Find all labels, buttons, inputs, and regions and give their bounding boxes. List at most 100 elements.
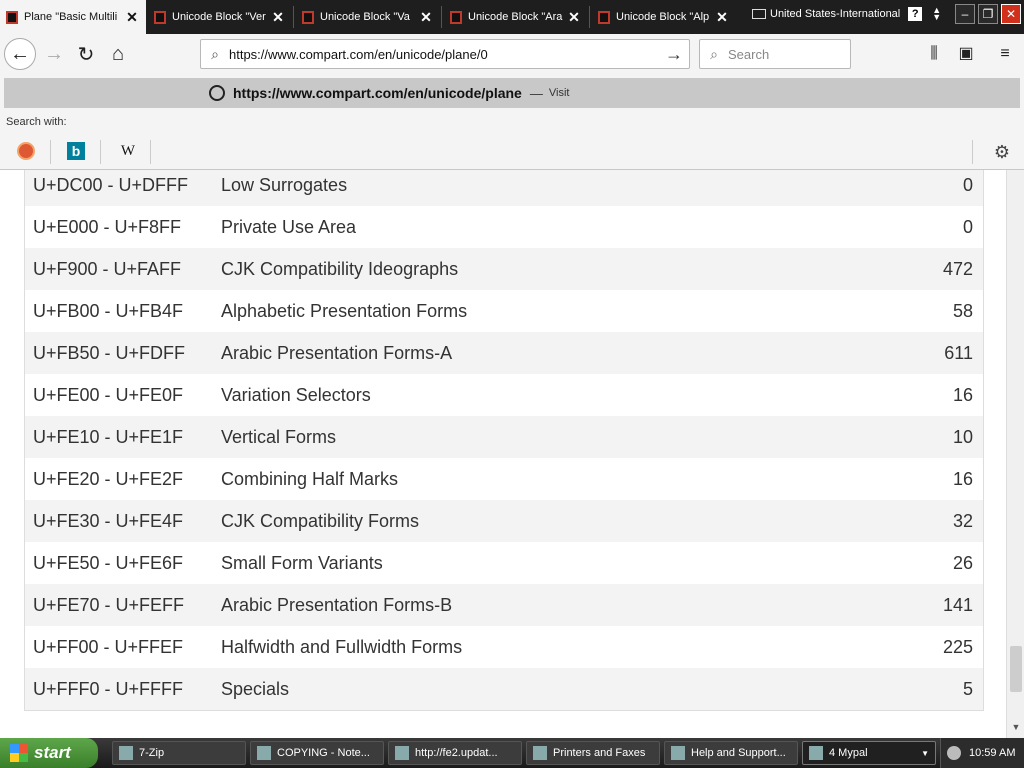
restore-button[interactable]: ❐ [978, 4, 998, 24]
block-range: U+FE20 - U+FE2F [33, 468, 184, 489]
url-input[interactable]: https://www.compart.com/en/unicode/plane… [229, 47, 659, 62]
block-name[interactable]: Alphabetic Presentation Forms [221, 301, 863, 322]
search-bar[interactable]: ⌕ Search [699, 39, 851, 69]
library-icon[interactable]: ⫼ [922, 42, 946, 66]
tab-close-icon[interactable]: ✕ [714, 9, 730, 26]
table-row[interactable]: U+FB50 - U+FDFF Arabic Presentation Forms… [25, 332, 983, 374]
task-label: Printers and Faxes [553, 747, 646, 759]
block-name[interactable]: Private Use Area [221, 217, 863, 238]
block-name[interactable]: Vertical Forms [221, 427, 863, 448]
table-row[interactable]: U+FE20 - U+FE2F Combining Half Marks 16 [25, 458, 983, 500]
tab-label: Unicode Block "Ara [468, 11, 563, 23]
block-range: U+FE50 - U+FE6F [33, 552, 184, 573]
taskbar-item-ie[interactable]: http://fe2.updat... [388, 741, 522, 765]
group-dropdown-icon[interactable]: ▼ [921, 749, 929, 758]
engine-divider [150, 140, 151, 164]
autocomplete-suggestion[interactable]: https://www.compart.com/en/unicode/plane… [4, 78, 1020, 108]
tab-label: Unicode Block "Alp [616, 11, 710, 23]
bing-icon[interactable]: b [64, 142, 88, 164]
block-count: 26 [952, 552, 973, 573]
table-row[interactable]: U+FB00 - U+FB4F Alphabetic Presentation F… [25, 290, 983, 332]
block-name[interactable]: Arabic Presentation Forms-B [221, 595, 863, 616]
compart-favicon-icon [302, 10, 314, 24]
block-range: U+FE10 - U+FE1F [33, 426, 184, 447]
tab-plane-basic-multilingual[interactable]: Plane "Basic Multili ✕ [0, 0, 146, 34]
tab-unicode-block-vertical[interactable]: Unicode Block "Ver ✕ [148, 0, 292, 34]
taskbar-item-mypal[interactable]: 4 Mypal ▼ [802, 741, 936, 765]
language-scroll-icon[interactable]: ▲ ▼ [932, 6, 941, 22]
block-name[interactable]: Combining Half Marks [221, 469, 863, 490]
minimize-button[interactable]: – [955, 4, 975, 24]
scroll-down-icon[interactable]: ▼ [1007, 722, 1024, 738]
table-row[interactable]: U+FE00 - U+FE0F Variation Selectors 16 [25, 374, 983, 416]
block-name[interactable]: Low Surrogates [221, 175, 863, 196]
home-button[interactable]: ⌂ [102, 38, 134, 70]
table-row[interactable]: U+F900 - U+FAFF CJK Compatibility Ideogra… [25, 248, 983, 290]
block-range: U+FF00 - U+FFEF [33, 636, 184, 657]
taskbar-item-7zip[interactable]: 7-Zip [112, 741, 246, 765]
menu-icon[interactable]: ≡ [993, 42, 1017, 66]
help-support-icon [671, 746, 685, 760]
wikipedia-icon[interactable]: W [116, 142, 140, 164]
taskbar-item-notepad[interactable]: COPYING - Note... [250, 741, 384, 765]
compart-favicon-icon [450, 10, 462, 24]
block-range: U+F900 - U+FAFF [33, 258, 182, 279]
taskbar-item-printers[interactable]: Printers and Faxes [526, 741, 660, 765]
table-row[interactable]: U+FE50 - U+FE6F Small Form Variants 26 [25, 542, 983, 584]
sidebar-icon[interactable]: ▣ [954, 42, 978, 66]
block-name[interactable]: Small Form Variants [221, 553, 863, 574]
language-bar[interactable]: United States-International ? ▲ ▼ [752, 2, 941, 26]
keyboard-icon [752, 9, 766, 19]
table-row[interactable]: U+FE10 - U+FE1F Vertical Forms 10 [25, 416, 983, 458]
block-name[interactable]: Arabic Presentation Forms-A [221, 343, 863, 364]
block-name[interactable]: Halfwidth and Fullwidth Forms [221, 637, 863, 658]
block-count: 16 [952, 384, 973, 405]
taskbar-item-help[interactable]: Help and Support... [664, 741, 798, 765]
vertical-scrollbar[interactable]: ▼ [1006, 170, 1024, 738]
go-arrow-icon[interactable]: → [659, 44, 689, 65]
tab-unicode-block-alphabetic[interactable]: Unicode Block "Alp ✕ [592, 0, 736, 34]
table-row[interactable]: U+DC00 - U+DFFF Low Surrogates 0 [25, 170, 983, 206]
block-count: 5 [962, 678, 973, 699]
url-bar[interactable]: ⌕ https://www.compart.com/en/unicode/pla… [200, 39, 690, 69]
table-row[interactable]: U+FF00 - U+FFEF Halfwidth and Fullwidth F… [25, 626, 983, 668]
block-name[interactable]: Specials [221, 679, 863, 700]
search-settings-icon[interactable]: ⚙ [994, 142, 1010, 163]
duckduckgo-icon[interactable] [14, 142, 38, 164]
tab-close-icon[interactable]: ✕ [418, 9, 434, 26]
block-name[interactable]: Variation Selectors [221, 385, 863, 406]
back-button[interactable]: ← [4, 38, 36, 70]
tab-unicode-block-arabic[interactable]: Unicode Block "Ara ✕ [444, 0, 588, 34]
page-content: U+DC00 - U+DFFF Low Surrogates 0 U+E000 - … [0, 170, 1024, 738]
engine-divider [50, 140, 51, 164]
scrollbar-thumb[interactable] [1010, 646, 1022, 692]
block-count: 58 [952, 300, 973, 321]
forward-button[interactable]: → [38, 38, 70, 70]
table-row[interactable]: U+FFF0 - U+FFFF Specials 5 [25, 668, 983, 710]
tab-close-icon[interactable]: ✕ [270, 9, 286, 26]
start-button[interactable]: start [0, 738, 98, 768]
table-row[interactable]: U+FE30 - U+FE4F CJK Compatibility Forms 32 [25, 500, 983, 542]
block-range: U+FE30 - U+FE4F [33, 510, 184, 531]
block-count: 141 [942, 594, 973, 615]
help-icon[interactable]: ? [908, 7, 923, 21]
search-with-label: Search with: [6, 116, 67, 128]
block-name[interactable]: CJK Compatibility Forms [221, 511, 863, 532]
clock[interactable]: 10:59 AM [969, 747, 1015, 759]
block-range: U+FE00 - U+FE0F [33, 384, 184, 405]
block-name[interactable]: CJK Compatibility Ideographs [221, 259, 863, 280]
tray-status-icon[interactable] [947, 746, 961, 760]
tab-close-icon[interactable]: ✕ [566, 9, 582, 26]
reload-button[interactable]: ↻ [70, 38, 102, 70]
mypal-icon [809, 746, 823, 760]
search-input[interactable]: Search [728, 47, 769, 62]
system-tray: 10:59 AM [940, 738, 1024, 768]
table-row[interactable]: U+FE70 - U+FEFF Arabic Presentation Forms… [25, 584, 983, 626]
notepad-icon [257, 746, 271, 760]
search-icon: ⌕ [211, 45, 219, 62]
tab-close-icon[interactable]: ✕ [124, 9, 140, 26]
tab-unicode-block-variation[interactable]: Unicode Block "Va ✕ [296, 0, 440, 34]
table-row[interactable]: U+E000 - U+F8FF Private Use Area 0 [25, 206, 983, 248]
block-range: U+FB50 - U+FDFF [33, 342, 186, 363]
close-window-button[interactable]: ✕ [1001, 4, 1021, 24]
